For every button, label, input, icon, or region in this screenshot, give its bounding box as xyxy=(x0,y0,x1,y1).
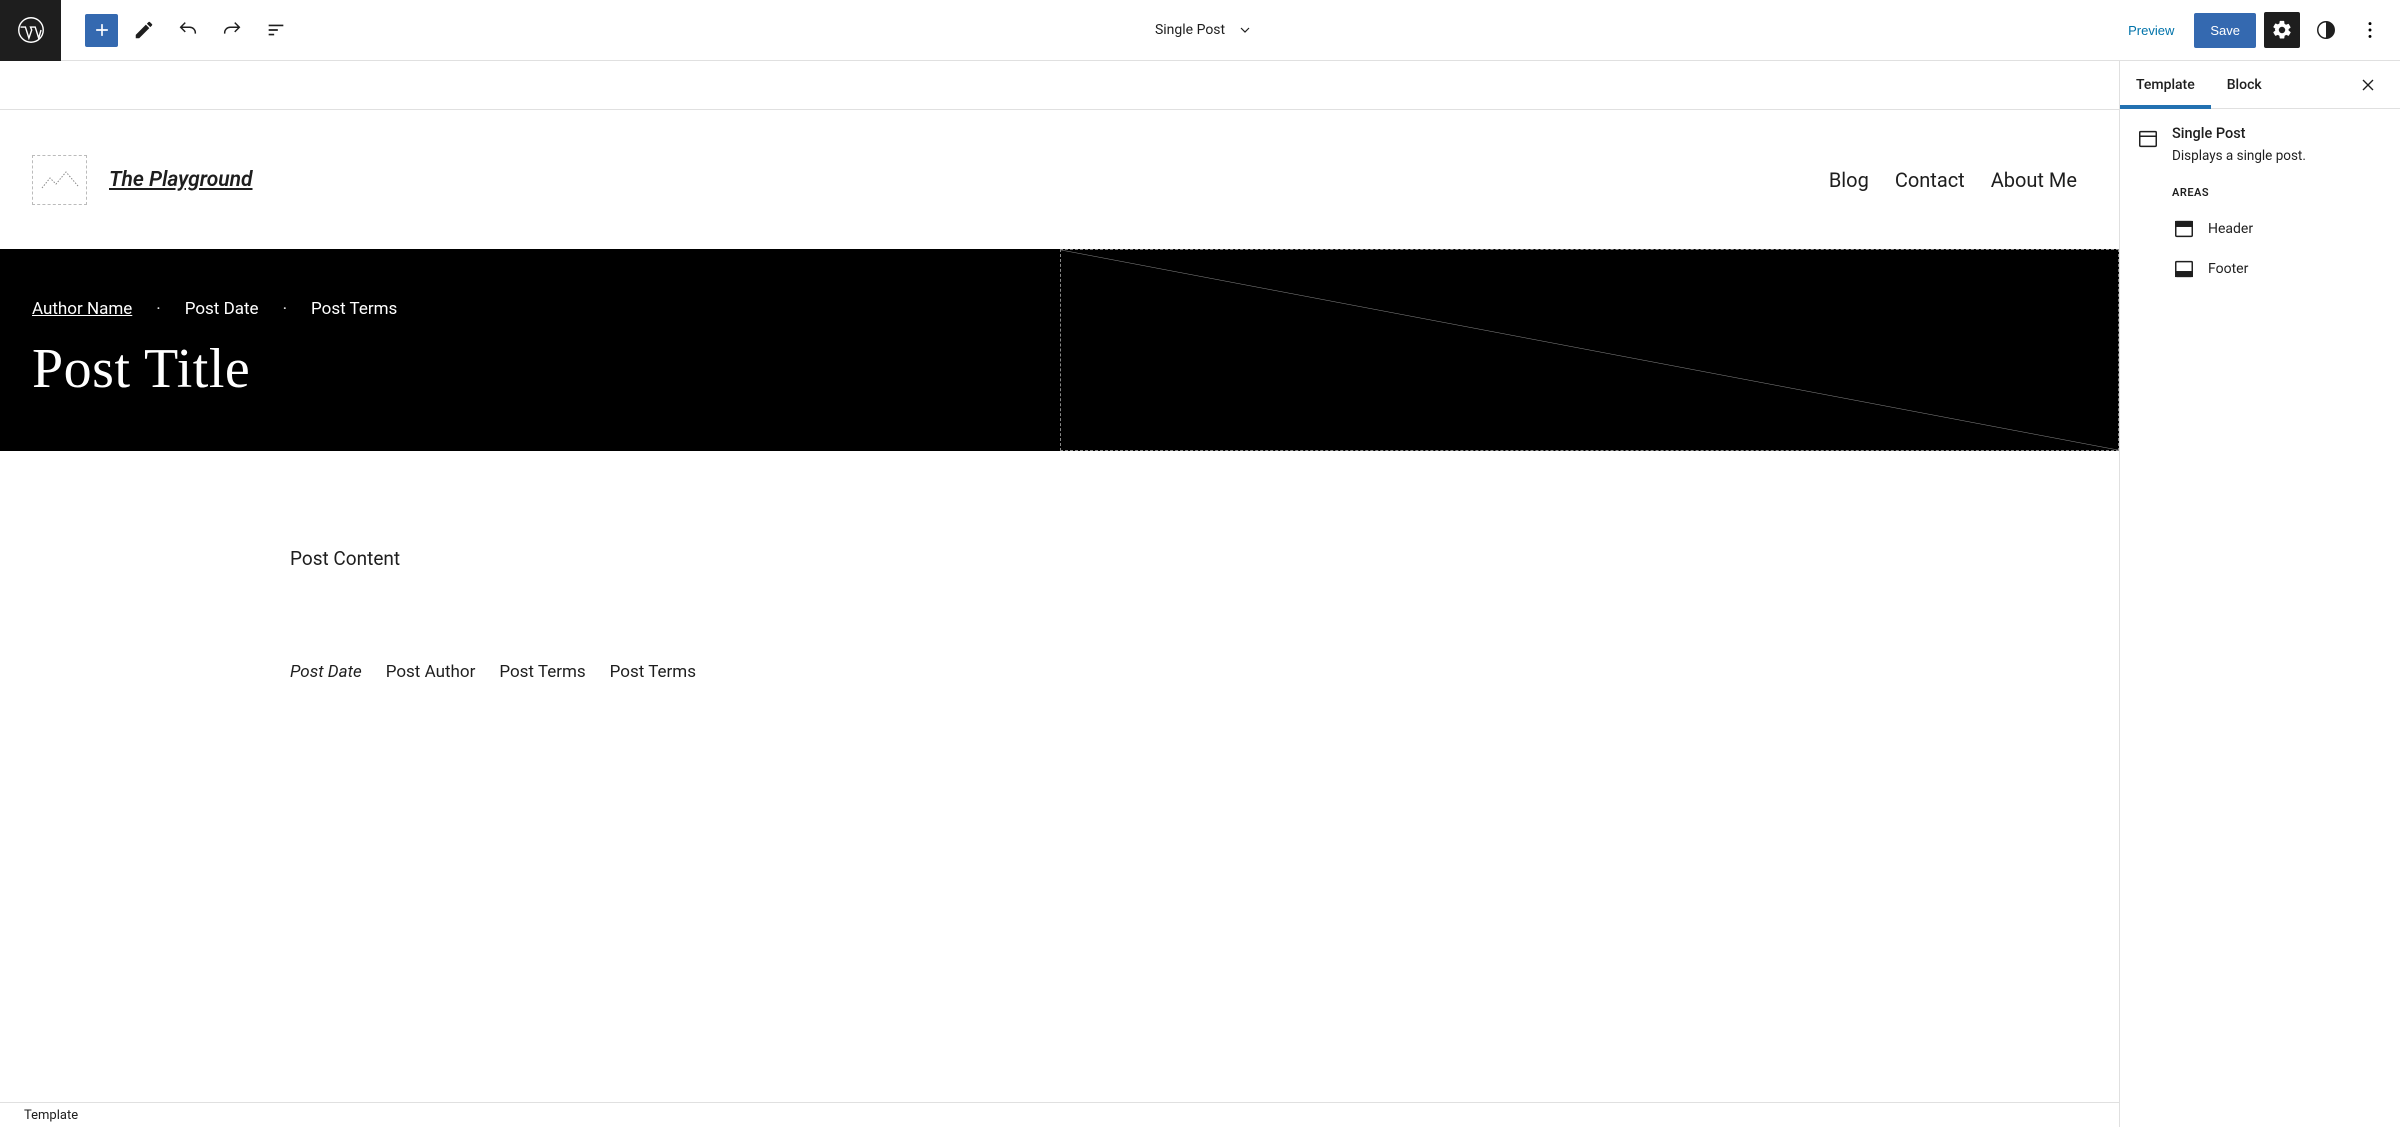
redo-icon xyxy=(221,19,243,41)
breadcrumb-root[interactable]: Template xyxy=(24,1108,78,1123)
separator-dot: · xyxy=(283,299,287,319)
separator-dot: · xyxy=(156,299,160,319)
undo-icon xyxy=(177,19,199,41)
template-description: Displays a single post. xyxy=(2172,148,2306,164)
template-name: Single Post xyxy=(2172,125,2306,142)
post-date-footer[interactable]: Post Date xyxy=(290,662,362,682)
edit-tool-button[interactable] xyxy=(126,12,162,48)
save-button[interactable]: Save xyxy=(2194,13,2256,48)
template-header[interactable]: The Playground Blog Contact About Me xyxy=(0,110,2119,249)
add-block-button[interactable] xyxy=(85,14,118,47)
site-logo-placeholder[interactable] xyxy=(32,155,87,205)
gear-icon xyxy=(2271,19,2293,41)
featured-image-placeholder[interactable] xyxy=(1060,249,2120,451)
settings-button[interactable] xyxy=(2264,12,2300,48)
block-breadcrumb[interactable]: Template xyxy=(0,1102,2119,1127)
close-sidebar-button[interactable] xyxy=(2352,69,2384,101)
tab-block[interactable]: Block xyxy=(2211,61,2278,108)
styles-button[interactable] xyxy=(2308,12,2344,48)
post-author-name[interactable]: Author Name xyxy=(32,299,132,319)
styles-icon xyxy=(2315,19,2337,41)
plus-icon xyxy=(92,20,112,40)
document-title-label: Single Post xyxy=(1155,22,1225,38)
header-area-icon xyxy=(2172,217,2196,241)
tab-template[interactable]: Template xyxy=(2120,61,2211,108)
list-view-button[interactable] xyxy=(258,12,294,48)
post-content-area[interactable]: Post Content Post Date Post Author Post … xyxy=(0,451,2119,714)
site-title[interactable]: The Playground xyxy=(109,168,253,192)
sidebar-tabs: Template Block xyxy=(2120,61,2400,109)
wordpress-icon xyxy=(17,16,45,44)
area-footer-label: Footer xyxy=(2208,261,2248,277)
preview-button[interactable]: Preview xyxy=(2116,15,2186,46)
more-vertical-icon xyxy=(2359,19,2381,41)
post-author-footer[interactable]: Post Author xyxy=(386,662,476,682)
site-navigation[interactable]: Blog Contact About Me xyxy=(1829,168,2087,192)
area-header-label: Header xyxy=(2208,221,2253,237)
image-placeholder-icon xyxy=(40,168,80,192)
redo-button[interactable] xyxy=(214,12,250,48)
editor-canvas: The Playground Blog Contact About Me Aut… xyxy=(0,61,2119,1127)
nav-item-contact[interactable]: Contact xyxy=(1895,168,1965,192)
post-content-placeholder[interactable]: Post Content xyxy=(290,547,2119,570)
list-view-icon xyxy=(265,19,287,41)
close-icon xyxy=(2358,75,2378,95)
chevron-down-icon xyxy=(1235,20,1255,40)
settings-sidebar: Template Block Single Post Displays a si… xyxy=(2119,61,2400,1127)
post-hero[interactable]: Author Name · Post Date · Post Terms Pos… xyxy=(0,249,2119,451)
layout-icon xyxy=(2136,127,2160,151)
more-options-button[interactable] xyxy=(2352,12,2388,48)
pencil-icon xyxy=(133,19,155,41)
post-terms-footer-2[interactable]: Post Terms xyxy=(610,662,696,682)
template-summary: Single Post Displays a single post. xyxy=(2136,125,2384,164)
post-terms-footer-1[interactable]: Post Terms xyxy=(499,662,585,682)
undo-button[interactable] xyxy=(170,12,206,48)
post-terms[interactable]: Post Terms xyxy=(311,299,397,319)
document-title-dropdown[interactable]: Single Post xyxy=(294,20,2116,40)
areas-heading: AREAS xyxy=(2172,186,2384,199)
area-footer[interactable]: Footer xyxy=(2136,249,2384,289)
nav-item-about[interactable]: About Me xyxy=(1991,168,2077,192)
editor-toolbar: Single Post Preview Save xyxy=(0,0,2400,61)
footer-area-icon xyxy=(2172,257,2196,281)
wordpress-logo-button[interactable] xyxy=(0,0,61,61)
post-date[interactable]: Post Date xyxy=(185,299,259,319)
area-header[interactable]: Header xyxy=(2136,209,2384,249)
nav-item-blog[interactable]: Blog xyxy=(1829,168,1869,192)
post-meta-footer: Post Date Post Author Post Terms Post Te… xyxy=(290,662,2119,682)
